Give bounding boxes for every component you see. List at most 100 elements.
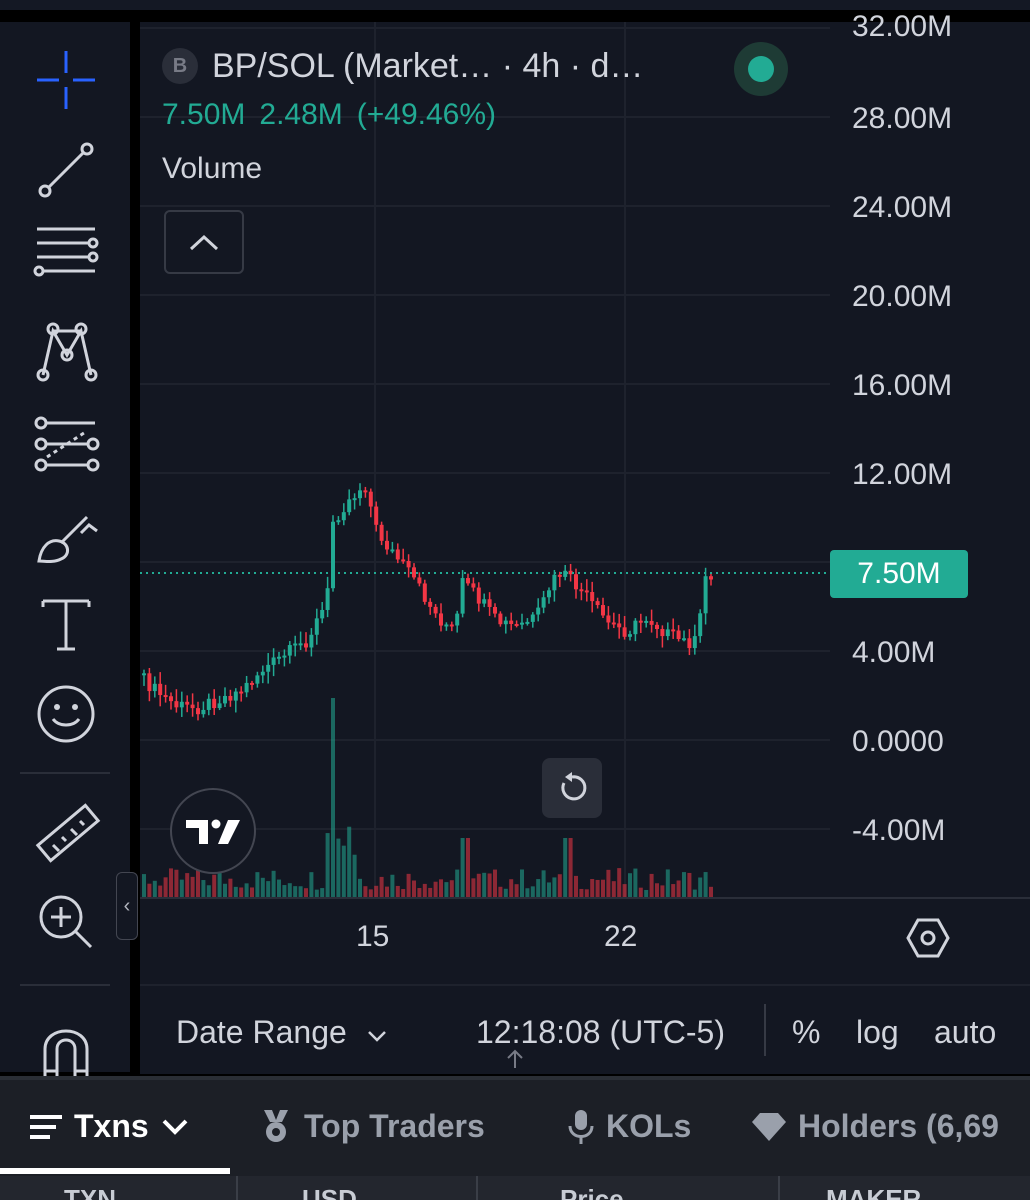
volume-bar [633, 868, 638, 898]
column-header-price[interactable]: Price [560, 1184, 624, 1200]
candle-body [277, 656, 281, 659]
tab-holders[interactable]: Holders (6,69 [752, 1108, 999, 1145]
fib-retracement-icon [34, 416, 100, 472]
zoom-in-icon [39, 895, 93, 949]
parallel-channel-tool[interactable] [28, 212, 104, 288]
volume-bar [287, 883, 292, 898]
candle-body [379, 524, 384, 541]
candle-body [320, 609, 325, 619]
toolbar-collapse-handle[interactable]: ‹ [116, 872, 138, 940]
candle-body [287, 645, 292, 656]
candle-body [395, 549, 400, 560]
volume-bar [476, 873, 481, 898]
candle-body [547, 590, 551, 598]
volume-bar [336, 838, 341, 898]
candle-body [201, 709, 206, 715]
volume-bar [309, 872, 314, 898]
crosshair-tool[interactable] [28, 42, 104, 118]
reset-chart-button[interactable] [542, 758, 602, 818]
pattern-tool[interactable] [28, 312, 104, 388]
candle-body [709, 576, 713, 580]
tab-label: Top Traders [304, 1108, 485, 1144]
volume-bar [503, 888, 508, 898]
zoom-in-tool[interactable] [28, 884, 104, 960]
volume-bar [617, 868, 622, 898]
candle-body [449, 624, 454, 627]
candle-body [406, 560, 411, 568]
last-price-tag: 7.50M [830, 550, 968, 598]
symbol-badge: B [162, 48, 198, 84]
active-tab-indicator [0, 1168, 230, 1174]
brush-tool[interactable] [28, 500, 104, 576]
trend-line-tool[interactable] [28, 132, 104, 208]
volume-bar [374, 885, 379, 898]
time-axis-label: 22 [604, 920, 638, 953]
volume-bar [325, 833, 330, 898]
chart-panel[interactable]: B BP/SOL (Market… · 4h · d… 7.50M 2.48M (+… [140, 10, 1030, 1074]
volume-bar [255, 872, 260, 898]
candle-body [293, 643, 298, 646]
chart-settings-button[interactable] [906, 916, 950, 960]
volume-bar [687, 872, 692, 898]
text-icon [41, 599, 91, 651]
market-status-indicator[interactable] [734, 42, 788, 96]
candle-body [309, 634, 314, 648]
volume-bar [455, 869, 460, 898]
candle-body [552, 574, 557, 591]
volume-bar [514, 884, 519, 898]
text-tool[interactable] [28, 586, 104, 662]
candle-body [633, 620, 638, 635]
volume-bar [379, 876, 384, 898]
auto-scale-button[interactable]: auto [934, 1014, 996, 1051]
volume-bar [660, 885, 665, 898]
candle-body [358, 490, 362, 499]
volume-indicator-label[interactable]: Volume [162, 152, 262, 186]
candle-body [557, 574, 562, 577]
volume-bar [347, 826, 352, 898]
tab-label: Txns [74, 1108, 149, 1144]
ruler-tool[interactable] [28, 796, 104, 872]
volume-bar [358, 878, 362, 898]
volume-bar [644, 889, 649, 898]
candle-body [412, 567, 416, 578]
column-header-usd[interactable]: USD [302, 1184, 357, 1200]
price-axis-label: 16.00M [852, 369, 953, 402]
volume-bar [158, 885, 163, 898]
percent-scale-button[interactable]: % [792, 1014, 820, 1051]
volume-bar [433, 881, 438, 898]
candle-body [665, 629, 670, 637]
toolbar-divider [20, 772, 110, 774]
tradingview-logo[interactable] [170, 788, 256, 874]
candle-body [439, 613, 443, 626]
price-axis-label: 12.00M [852, 458, 953, 491]
legend-collapse-button[interactable] [164, 210, 244, 274]
volume-bar [174, 869, 179, 898]
tab-top-traders[interactable]: Top Traders [260, 1108, 485, 1145]
column-divider [236, 1176, 238, 1200]
emoji-tool[interactable] [28, 676, 104, 752]
toolbar-divider [20, 984, 110, 986]
tab-txns[interactable]: Txns [30, 1108, 189, 1145]
candle-body [595, 601, 600, 606]
fib-retracement-tool[interactable] [28, 406, 104, 482]
tab-kols[interactable]: KOLs [568, 1108, 691, 1145]
candle-body [671, 629, 676, 632]
volume-bar [574, 875, 578, 898]
timezone-clock[interactable]: 12:18:08 (UTC-5) [476, 1014, 725, 1051]
chevron-down-icon [367, 1031, 386, 1042]
settings-hexagon-icon [906, 918, 950, 958]
candle-body [692, 636, 697, 649]
chart-legend-title[interactable]: B BP/SOL (Market… · 4h · d… [162, 44, 643, 88]
log-scale-button[interactable]: log [856, 1014, 899, 1051]
column-header-txn[interactable]: TXN [64, 1184, 116, 1200]
column-header-maker[interactable]: MAKER [826, 1184, 921, 1200]
candle-body [460, 578, 465, 614]
volume-bar [412, 880, 416, 898]
date-range-dropdown[interactable]: Date Range [176, 1014, 388, 1051]
symbol-title[interactable]: BP/SOL (Market… · 4h · d… [212, 47, 643, 86]
candle-body [368, 491, 373, 507]
candle-body [644, 620, 649, 623]
candle-body [147, 673, 152, 692]
volume-bar [331, 698, 335, 898]
volume-bar [390, 874, 395, 898]
